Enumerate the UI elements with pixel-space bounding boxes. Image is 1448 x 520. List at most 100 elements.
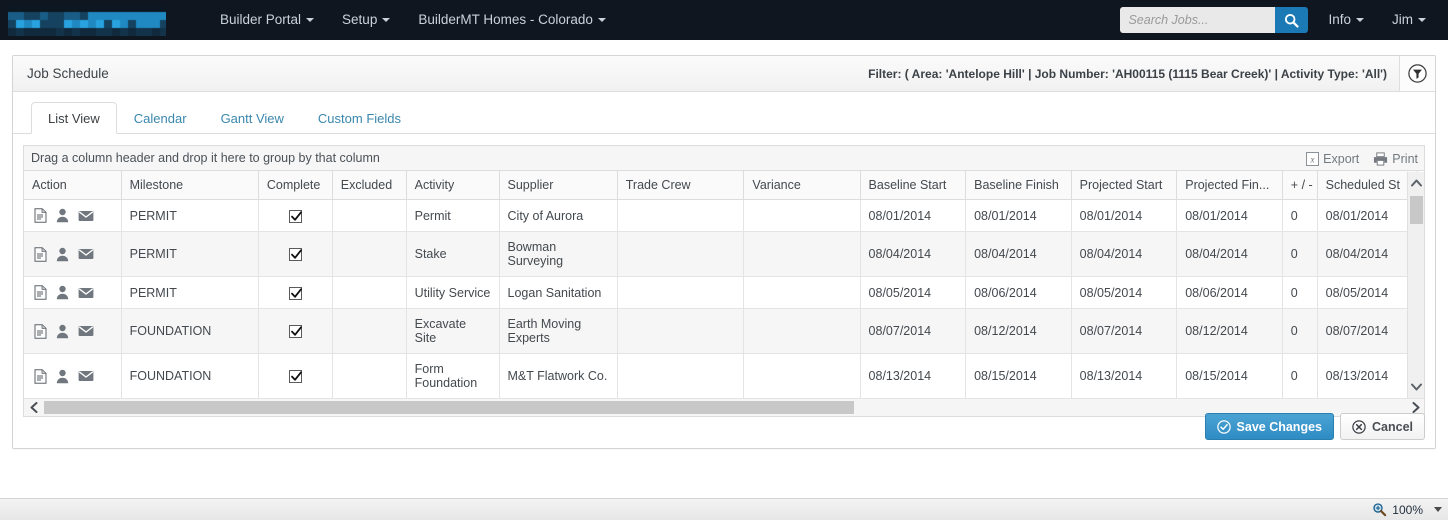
printer-icon xyxy=(1374,151,1388,166)
active-filter-summary: Filter: ( Area: 'Antelope Hill' | Job Nu… xyxy=(868,66,1387,81)
table-row[interactable]: PERMIT Utility Service Logan Sanitation 08/… xyxy=(24,276,1419,309)
cell-projected-finish: 08/04/2014 xyxy=(1176,231,1283,277)
cell-complete xyxy=(258,308,333,354)
svg-text:x: x xyxy=(1310,154,1315,164)
cell-excluded xyxy=(332,231,407,277)
cell-projected-finish: 08/12/2014 xyxy=(1176,308,1283,354)
tab-custom-fields[interactable]: Custom Fields xyxy=(301,102,418,134)
column-header-activity[interactable]: Activity xyxy=(406,171,500,200)
nav-item-builder-portal[interactable]: Builder Portal xyxy=(206,0,328,40)
horizontal-scrollbar[interactable] xyxy=(24,398,1407,416)
grid-toolbar: x Export Print xyxy=(1306,146,1418,171)
zoom-control[interactable]: 100% xyxy=(1372,502,1442,517)
person-icon[interactable] xyxy=(56,247,69,262)
nav-item-setup[interactable]: Setup xyxy=(328,0,404,40)
cell-complete xyxy=(258,231,333,277)
check-circle-icon xyxy=(1216,419,1231,434)
envelope-icon[interactable] xyxy=(78,325,94,337)
complete-checkbox[interactable] xyxy=(288,209,302,223)
group-by-hint: Drag a column header and drop it here to… xyxy=(31,151,380,165)
column-header-complete[interactable]: Complete xyxy=(258,171,333,200)
document-icon[interactable] xyxy=(34,285,47,300)
nav-item-user-jim[interactable]: Jim xyxy=(1378,0,1440,40)
magnifier-icon xyxy=(1373,503,1387,517)
tab-calendar[interactable]: Calendar xyxy=(117,102,204,134)
table-row[interactable]: PERMIT Stake Bowman Surveying 08/04/2014 08/… xyxy=(24,231,1419,277)
cell-action xyxy=(24,276,122,309)
cell-projected-start: 08/07/2014 xyxy=(1071,308,1178,354)
cell-baseline-start: 08/04/2014 xyxy=(860,231,967,277)
person-icon[interactable] xyxy=(56,208,69,223)
cell-variance xyxy=(743,199,861,232)
search-input[interactable] xyxy=(1120,7,1276,33)
chevron-down-icon xyxy=(597,18,606,23)
tab-list-view[interactable]: List View xyxy=(31,102,117,134)
person-icon[interactable] xyxy=(56,324,69,339)
search-icon xyxy=(1285,13,1300,28)
vertical-scrollbar[interactable] xyxy=(1407,172,1424,398)
tab-gantt-view[interactable]: Gantt View xyxy=(204,102,301,134)
cell-baseline-finish: 08/12/2014 xyxy=(965,308,1072,354)
column-header-trade-crew[interactable]: Trade Crew xyxy=(617,171,745,200)
column-header-scheduled-start[interactable]: Scheduled St xyxy=(1317,171,1419,200)
nav-item-label: Jim xyxy=(1392,12,1413,27)
schedule-grid: Drag a column header and drop it here to… xyxy=(23,145,1425,417)
print-button[interactable]: Print xyxy=(1373,152,1418,166)
column-header-milestone[interactable]: Milestone xyxy=(121,171,259,200)
check-icon xyxy=(290,249,302,259)
envelope-icon[interactable] xyxy=(78,210,94,222)
horizontal-scroll-thumb[interactable] xyxy=(44,401,854,414)
complete-checkbox[interactable] xyxy=(288,370,302,384)
complete-checkbox[interactable] xyxy=(288,248,302,262)
export-button[interactable]: x Export xyxy=(1306,151,1360,166)
column-header-variance[interactable]: Variance xyxy=(743,171,861,200)
person-icon[interactable] xyxy=(56,369,69,384)
envelope-icon[interactable] xyxy=(78,287,94,299)
cell-excluded xyxy=(332,353,407,399)
cell-action xyxy=(24,353,122,399)
form-actions: Save Changes Cancel xyxy=(1204,413,1425,440)
table-row[interactable]: FOUNDATION Form Foundation M&T Flatwork Co… xyxy=(24,353,1419,399)
table-row[interactable]: FOUNDATION Excavate Site Earth Moving Expe… xyxy=(24,308,1419,354)
group-by-dropzone[interactable]: Drag a column header and drop it here to… xyxy=(24,146,1424,171)
scroll-left-button[interactable] xyxy=(24,402,44,413)
column-header-plus-minus[interactable]: + / - xyxy=(1282,171,1318,200)
cell-scheduled-start: 08/05/2014 xyxy=(1317,276,1419,309)
column-header-baseline-finish[interactable]: Baseline Finish xyxy=(965,171,1072,200)
document-icon[interactable] xyxy=(34,246,47,262)
column-header-projected-finish[interactable]: Projected Fin... xyxy=(1176,171,1283,200)
person-icon[interactable] xyxy=(56,285,69,300)
cell-baseline-start: 08/01/2014 xyxy=(860,199,967,232)
filter-button[interactable] xyxy=(1399,56,1435,91)
column-header-action[interactable]: Action xyxy=(24,171,122,200)
cell-complete xyxy=(258,199,333,232)
complete-checkbox[interactable] xyxy=(288,325,302,339)
save-changes-button[interactable]: Save Changes xyxy=(1204,413,1334,440)
envelope-icon[interactable] xyxy=(78,370,94,382)
complete-checkbox[interactable] xyxy=(288,286,302,300)
chevron-down-icon xyxy=(1418,18,1426,23)
envelope-icon[interactable] xyxy=(78,248,94,260)
cell-variance xyxy=(743,276,861,309)
table-row[interactable]: PERMIT Permit City of Aurora 08/01/2014 08/0… xyxy=(24,199,1419,232)
column-header-projected-start[interactable]: Projected Start xyxy=(1071,171,1178,200)
cell-milestone: PERMIT xyxy=(121,276,259,309)
column-header-excluded[interactable]: Excluded xyxy=(332,171,407,200)
column-header-supplier[interactable]: Supplier xyxy=(499,171,618,200)
vertical-scroll-thumb[interactable] xyxy=(1410,196,1423,224)
nav-item-info[interactable]: Info xyxy=(1314,0,1378,40)
cancel-button[interactable]: Cancel xyxy=(1340,413,1425,440)
scroll-down-button[interactable] xyxy=(1408,378,1424,396)
nav-item-buildermt-homes-colorado[interactable]: BuilderMT Homes - Colorado xyxy=(404,0,620,40)
chevron-down-icon xyxy=(1356,18,1364,23)
scroll-up-button[interactable] xyxy=(1408,174,1424,192)
check-icon xyxy=(290,371,302,381)
document-icon[interactable] xyxy=(34,368,47,384)
company-logo[interactable] xyxy=(8,4,166,36)
search-button[interactable] xyxy=(1275,7,1309,33)
column-header-baseline-start[interactable]: Baseline Start xyxy=(860,171,967,200)
document-icon[interactable] xyxy=(34,208,47,223)
cell-scheduled-start: 08/13/2014 xyxy=(1317,353,1419,399)
export-label: Export xyxy=(1323,151,1360,166)
document-icon[interactable] xyxy=(34,323,47,339)
